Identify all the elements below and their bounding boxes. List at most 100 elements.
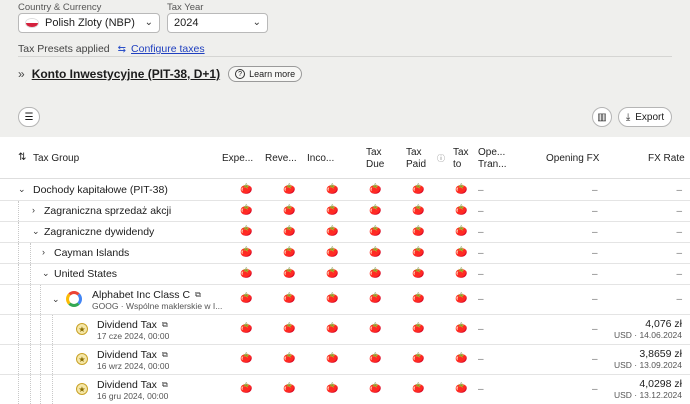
col-expenses[interactable]: Expe... [222,153,253,165]
external-link-icon[interactable]: ⧉ [162,350,168,360]
tax-year-select[interactable]: 2024 ⌄ [167,13,268,33]
tomato-tax-to-icon: 🍅 [455,293,468,304]
col-income[interactable]: Inco... [307,153,334,165]
export-button[interactable]: ⤓ Export [618,107,672,127]
tomato-tax-due-icon: 🍅 [369,184,382,195]
tomato-expenses-icon: 🍅 [240,323,253,334]
col-fx-rate[interactable]: FX Rate [648,153,685,165]
col-tax-due[interactable]: Tax Due [366,147,384,171]
tomato-tax-paid-icon: 🍅 [412,353,425,364]
tree-guide [40,285,42,314]
chevron-down-icon: ⌄ [252,17,261,28]
table-row[interactable]: ★ Dividend Tax ⧉ 16 wrz 2024, 00:00 🍅 🍅 🍅 🍅 🍅 🍅 – –… [0,345,690,375]
configure-taxes-link[interactable]: Configure taxes [131,43,205,55]
tomato-tax-due-icon: 🍅 [369,247,382,258]
chevron-down-icon[interactable]: ⌄ [32,226,40,237]
external-link-icon[interactable]: ⧉ [195,290,201,300]
tree-guide [18,222,20,242]
row-label[interactable]: Dividend Tax [97,349,157,361]
account-name[interactable]: Konto Inwestycyjne (PIT-38, D+1) [32,67,220,81]
checklist-icon: ☰ [24,111,34,123]
table-row[interactable]: ★ Dividend Tax ⧉ 17 cze 2024, 00:00 🍅 🍅 🍅 🍅 🍅 🍅 – –… [0,315,690,345]
col-tax-paid[interactable]: Tax Paid [406,147,426,171]
tomato-tax-due-icon: 🍅 [369,293,382,304]
table-row[interactable]: ⌄ Alphabet Inc Class C ⧉ GOOG · Wspólne mak… [0,285,690,315]
sort-icon[interactable]: ⇅ [18,152,26,164]
external-link-icon[interactable]: ⧉ [162,380,168,390]
info-icon[interactable]: ⓘ [437,153,445,165]
tomato-income-icon: 🍅 [326,184,339,195]
tomato-revenue-icon: 🍅 [283,205,296,216]
tomato-expenses-icon: 🍅 [240,247,253,258]
col-tax-to[interactable]: Tax to [453,147,469,171]
fx-rate-source: USD · 13.12.2024 [613,390,682,400]
table-row[interactable]: ⌄ Zagraniczne dywidendy 🍅 🍅 🍅 🍅 🍅 🍅 – – – [0,222,690,243]
tree-guide [18,375,20,404]
col-revenue[interactable]: Reve... [265,153,297,165]
row-label: Cayman Islands [54,247,130,259]
row-label-group: Dividend Tax ⧉ 16 gru 2024, 00:00 [97,379,168,401]
country-currency-select[interactable]: Polish Zloty (NBP) ⌄ [18,13,160,33]
row-label-group: Alphabet Inc Class C ⧉ GOOG · Wspólne makl… [92,289,222,311]
tree-guide [18,285,20,314]
tax-table: ⇅ Tax Group Expe... Reve... Inco... Tax D… [0,137,690,404]
tax-year-label: Tax Year [167,2,204,13]
row-label-group: Dochody kapitałowe (PIT-38) [33,184,168,196]
tomato-income-icon: 🍅 [326,353,339,364]
fx-rate-value: – [676,227,682,238]
fx-rate-value: – [676,294,682,305]
tomato-tax-paid-icon: 🍅 [412,247,425,258]
opening-transactions-value: – [478,324,484,335]
poland-flag-icon [25,18,39,28]
table-row[interactable]: ⌄ Dochody kapitałowe (PIT-38) 🍅 🍅 🍅 🍅 🍅 🍅 – – – [0,180,690,201]
col-tax-group[interactable]: Tax Group [33,153,79,165]
table-row[interactable]: › Zagraniczna sprzedaż akcji 🍅 🍅 🍅 🍅 🍅 🍅 – – – [0,201,690,222]
fx-rate-value: 4,076 zł [645,318,682,330]
row-label[interactable]: Dividend Tax [97,379,157,391]
table-row[interactable]: › Cayman Islands 🍅 🍅 🍅 🍅 🍅 🍅 – – – [0,243,690,264]
chevron-right-icon[interactable]: › [42,247,45,257]
tree-guide [40,375,42,404]
tomato-revenue-icon: 🍅 [283,247,296,258]
opening-transactions-value: – [478,384,484,395]
tomato-tax-to-icon: 🍅 [455,205,468,216]
tax-year-value: 2024 [174,17,199,29]
row-sublabel: GOOG · Wspólne maklerskie w I... [92,301,223,311]
chevron-down-icon[interactable]: ⌄ [52,294,60,305]
columns-button[interactable]: ▥ [592,107,612,127]
fx-rate-cell: 3,8659 zł USD · 13.09.2024 [614,348,682,370]
fx-rate-source: USD · 13.09.2024 [613,360,682,370]
col-opening-transactions[interactable]: Ope... Tran... [478,147,507,171]
external-link-icon[interactable]: ⧉ [162,320,168,330]
checklist-button[interactable]: ☰ [18,107,40,127]
row-sublabel: 17 cze 2024, 00:00 [97,331,170,341]
row-label[interactable]: Alphabet Inc Class C [92,289,190,301]
chevron-down-icon[interactable]: ⌄ [42,268,50,279]
tomato-revenue-icon: 🍅 [283,353,296,364]
country-currency-label: Country & Currency [18,2,102,13]
chevron-down-icon[interactable]: ⌄ [18,184,26,195]
tomato-revenue-icon: 🍅 [283,293,296,304]
tomato-tax-due-icon: 🍅 [369,205,382,216]
table-row[interactable]: ⌄ United States 🍅 🍅 🍅 🍅 🍅 🍅 – – – [0,264,690,285]
columns-icon: ▥ [597,111,607,123]
row-label[interactable]: Dividend Tax [97,319,157,331]
tree-guide [18,264,20,284]
row-label-group: Dividend Tax ⧉ 16 wrz 2024, 00:00 [97,349,169,371]
tree-guide [18,201,20,221]
learn-more-button[interactable]: ? Learn more [228,66,303,82]
opening-fx-value: – [592,248,598,259]
tree-guide [30,315,32,344]
google-logo-icon [66,291,82,307]
col-opening-fx[interactable]: Opening FX [546,153,599,165]
tomato-revenue-icon: 🍅 [283,226,296,237]
fx-rate-value: – [676,185,682,196]
chevron-right-icon[interactable]: › [32,205,35,215]
export-label: Export [635,111,665,123]
chevron-down-icon: ⌄ [144,17,153,28]
double-chevron-right-icon[interactable]: » [18,67,25,81]
opening-fx-value: – [592,206,598,217]
dividend-coin-icon: ★ [76,323,88,335]
table-row[interactable]: ★ Dividend Tax ⧉ 16 gru 2024, 00:00 🍅 🍅 🍅 🍅 🍅 🍅 – –… [0,375,690,404]
tomato-income-icon: 🍅 [326,293,339,304]
